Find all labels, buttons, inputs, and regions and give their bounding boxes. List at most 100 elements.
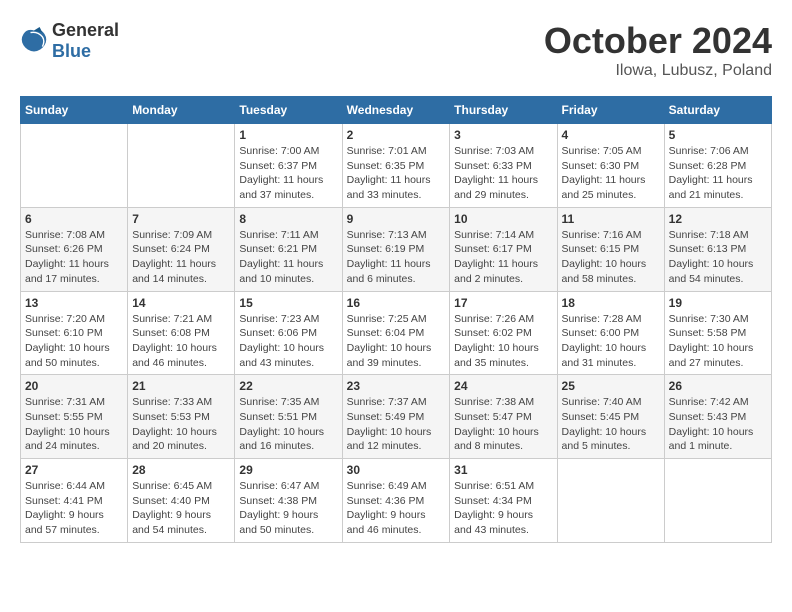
table-cell: 12Sunrise: 7:18 AM Sunset: 6:13 PM Dayli… bbox=[664, 207, 771, 291]
day-detail: Sunrise: 7:30 AM Sunset: 5:58 PM Dayligh… bbox=[669, 312, 767, 371]
table-cell: 26 Sunrise: 7:42 AM Sunset: 5:43 PM Dayli… bbox=[664, 375, 771, 459]
day-detail: Sunrise: 7:37 AM Sunset: 5:49 PM Dayligh… bbox=[347, 395, 446, 454]
day-number: 23 bbox=[347, 379, 446, 393]
table-cell: 23 Sunrise: 7:37 AM Sunset: 5:49 PM Dayli… bbox=[342, 375, 450, 459]
table-cell: 30 Sunrise: 6:49 AM Sunset: 4:36 PM Dayli… bbox=[342, 459, 450, 543]
week-row-4: 20 Sunrise: 7:31 AM Sunset: 5:55 PM Dayli… bbox=[21, 375, 772, 459]
header-friday: Friday bbox=[557, 97, 664, 124]
day-number: 15 bbox=[239, 296, 337, 310]
day-detail: Sunrise: 7:03 AM Sunset: 6:33 PM Dayligh… bbox=[454, 144, 552, 203]
day-detail: Sunrise: 6:47 AM Sunset: 4:38 PM Dayligh… bbox=[239, 479, 337, 538]
day-detail: Sunrise: 6:45 AM Sunset: 4:40 PM Dayligh… bbox=[132, 479, 230, 538]
day-number: 20 bbox=[25, 379, 123, 393]
day-detail: Sunrise: 7:26 AM Sunset: 6:02 PM Dayligh… bbox=[454, 312, 552, 371]
day-detail: Sunrise: 7:05 AM Sunset: 6:30 PM Dayligh… bbox=[562, 144, 660, 203]
week-row-1: 1 Sunrise: 7:00 AM Sunset: 6:37 PM Daylig… bbox=[21, 124, 772, 208]
table-cell: 20 Sunrise: 7:31 AM Sunset: 5:55 PM Dayli… bbox=[21, 375, 128, 459]
day-detail: Sunrise: 7:31 AM Sunset: 5:55 PM Dayligh… bbox=[25, 395, 123, 454]
day-number: 22 bbox=[239, 379, 337, 393]
day-detail: Sunrise: 7:20 AM Sunset: 6:10 PM Dayligh… bbox=[25, 312, 123, 371]
table-cell: 8Sunrise: 7:11 AM Sunset: 6:21 PM Daylig… bbox=[235, 207, 342, 291]
day-number: 3 bbox=[454, 128, 552, 142]
day-detail: Sunrise: 7:42 AM Sunset: 5:43 PM Dayligh… bbox=[669, 395, 767, 454]
day-number: 30 bbox=[347, 463, 446, 477]
header-tuesday: Tuesday bbox=[235, 97, 342, 124]
day-number: 9 bbox=[347, 212, 446, 226]
day-number: 21 bbox=[132, 379, 230, 393]
table-cell: 31 Sunrise: 6:51 AM Sunset: 4:34 PM Dayli… bbox=[450, 459, 557, 543]
table-cell: 17 Sunrise: 7:26 AM Sunset: 6:02 PM Dayli… bbox=[450, 291, 557, 375]
day-number: 31 bbox=[454, 463, 552, 477]
month-title: October 2024 bbox=[544, 20, 772, 62]
day-detail: Sunrise: 6:51 AM Sunset: 4:34 PM Dayligh… bbox=[454, 479, 552, 538]
day-number: 28 bbox=[132, 463, 230, 477]
header-monday: Monday bbox=[128, 97, 235, 124]
table-cell: 27 Sunrise: 6:44 AM Sunset: 4:41 PM Dayli… bbox=[21, 459, 128, 543]
table-cell: 2 Sunrise: 7:01 AM Sunset: 6:35 PM Daylig… bbox=[342, 124, 450, 208]
header-wednesday: Wednesday bbox=[342, 97, 450, 124]
day-number: 1 bbox=[239, 128, 337, 142]
header-sunday: Sunday bbox=[21, 97, 128, 124]
day-detail: Sunrise: 7:06 AM Sunset: 6:28 PM Dayligh… bbox=[669, 144, 767, 203]
table-cell: 15Sunrise: 7:23 AM Sunset: 6:06 PM Dayli… bbox=[235, 291, 342, 375]
table-cell: 7 Sunrise: 7:09 AM Sunset: 6:24 PM Daylig… bbox=[128, 207, 235, 291]
day-number: 11 bbox=[562, 212, 660, 226]
day-number: 29 bbox=[239, 463, 337, 477]
table-cell bbox=[21, 124, 128, 208]
day-number: 7 bbox=[132, 212, 230, 226]
table-cell: 9 Sunrise: 7:13 AM Sunset: 6:19 PM Daylig… bbox=[342, 207, 450, 291]
table-cell: 29 Sunrise: 6:47 AM Sunset: 4:38 PM Dayli… bbox=[235, 459, 342, 543]
day-detail: Sunrise: 7:21 AM Sunset: 6:08 PM Dayligh… bbox=[132, 312, 230, 371]
table-cell: 5Sunrise: 7:06 AM Sunset: 6:28 PM Daylig… bbox=[664, 124, 771, 208]
day-detail: Sunrise: 6:44 AM Sunset: 4:41 PM Dayligh… bbox=[25, 479, 123, 538]
day-detail: Sunrise: 7:13 AM Sunset: 6:19 PM Dayligh… bbox=[347, 228, 446, 287]
day-detail: Sunrise: 7:00 AM Sunset: 6:37 PM Dayligh… bbox=[239, 144, 337, 203]
day-detail: Sunrise: 7:28 AM Sunset: 6:00 PM Dayligh… bbox=[562, 312, 660, 371]
location-title: Ilowa, Lubusz, Poland bbox=[544, 62, 772, 80]
logo-icon bbox=[20, 27, 48, 55]
table-cell: 13 Sunrise: 7:20 AM Sunset: 6:10 PM Dayli… bbox=[21, 291, 128, 375]
day-detail: Sunrise: 7:38 AM Sunset: 5:47 PM Dayligh… bbox=[454, 395, 552, 454]
table-cell: 10Sunrise: 7:14 AM Sunset: 6:17 PM Dayli… bbox=[450, 207, 557, 291]
day-number: 2 bbox=[347, 128, 446, 142]
table-cell: 16Sunrise: 7:25 AM Sunset: 6:04 PM Dayli… bbox=[342, 291, 450, 375]
week-row-2: 6Sunrise: 7:08 AM Sunset: 6:26 PM Daylig… bbox=[21, 207, 772, 291]
day-detail: Sunrise: 7:35 AM Sunset: 5:51 PM Dayligh… bbox=[239, 395, 337, 454]
page-header: General Blue October 2024 Ilowa, Lubusz,… bbox=[20, 20, 772, 80]
day-number: 18 bbox=[562, 296, 660, 310]
day-number: 17 bbox=[454, 296, 552, 310]
table-cell: 4 Sunrise: 7:05 AM Sunset: 6:30 PM Daylig… bbox=[557, 124, 664, 208]
day-number: 4 bbox=[562, 128, 660, 142]
table-cell: 1 Sunrise: 7:00 AM Sunset: 6:37 PM Daylig… bbox=[235, 124, 342, 208]
title-block: October 2024 Ilowa, Lubusz, Poland bbox=[544, 20, 772, 80]
table-cell: 3 Sunrise: 7:03 AM Sunset: 6:33 PM Daylig… bbox=[450, 124, 557, 208]
day-number: 6 bbox=[25, 212, 123, 226]
day-number: 25 bbox=[562, 379, 660, 393]
table-cell: 19 Sunrise: 7:30 AM Sunset: 5:58 PM Dayli… bbox=[664, 291, 771, 375]
table-cell: 21 Sunrise: 7:33 AM Sunset: 5:53 PM Dayli… bbox=[128, 375, 235, 459]
day-number: 19 bbox=[669, 296, 767, 310]
day-number: 12 bbox=[669, 212, 767, 226]
table-cell: 18 Sunrise: 7:28 AM Sunset: 6:00 PM Dayli… bbox=[557, 291, 664, 375]
table-cell: 11Sunrise: 7:16 AM Sunset: 6:15 PM Dayli… bbox=[557, 207, 664, 291]
day-detail: Sunrise: 7:09 AM Sunset: 6:24 PM Dayligh… bbox=[132, 228, 230, 287]
day-detail: Sunrise: 7:25 AM Sunset: 6:04 PM Dayligh… bbox=[347, 312, 446, 371]
day-number: 13 bbox=[25, 296, 123, 310]
day-detail: Sunrise: 6:49 AM Sunset: 4:36 PM Dayligh… bbox=[347, 479, 446, 538]
table-cell: 22 Sunrise: 7:35 AM Sunset: 5:51 PM Dayli… bbox=[235, 375, 342, 459]
week-row-5: 27 Sunrise: 6:44 AM Sunset: 4:41 PM Dayli… bbox=[21, 459, 772, 543]
day-number: 24 bbox=[454, 379, 552, 393]
weekday-header-row: Sunday Monday Tuesday Wednesday Thursday… bbox=[21, 97, 772, 124]
day-number: 27 bbox=[25, 463, 123, 477]
day-detail: Sunrise: 7:33 AM Sunset: 5:53 PM Dayligh… bbox=[132, 395, 230, 454]
week-row-3: 13 Sunrise: 7:20 AM Sunset: 6:10 PM Dayli… bbox=[21, 291, 772, 375]
day-number: 8 bbox=[239, 212, 337, 226]
day-number: 26 bbox=[669, 379, 767, 393]
table-cell: 25Sunrise: 7:40 AM Sunset: 5:45 PM Dayli… bbox=[557, 375, 664, 459]
day-detail: Sunrise: 7:01 AM Sunset: 6:35 PM Dayligh… bbox=[347, 144, 446, 203]
table-cell: 24 Sunrise: 7:38 AM Sunset: 5:47 PM Dayli… bbox=[450, 375, 557, 459]
logo-text: General Blue bbox=[52, 20, 119, 62]
table-cell: 14Sunrise: 7:21 AM Sunset: 6:08 PM Dayli… bbox=[128, 291, 235, 375]
table-cell: 6Sunrise: 7:08 AM Sunset: 6:26 PM Daylig… bbox=[21, 207, 128, 291]
table-cell: 28 Sunrise: 6:45 AM Sunset: 4:40 PM Dayli… bbox=[128, 459, 235, 543]
